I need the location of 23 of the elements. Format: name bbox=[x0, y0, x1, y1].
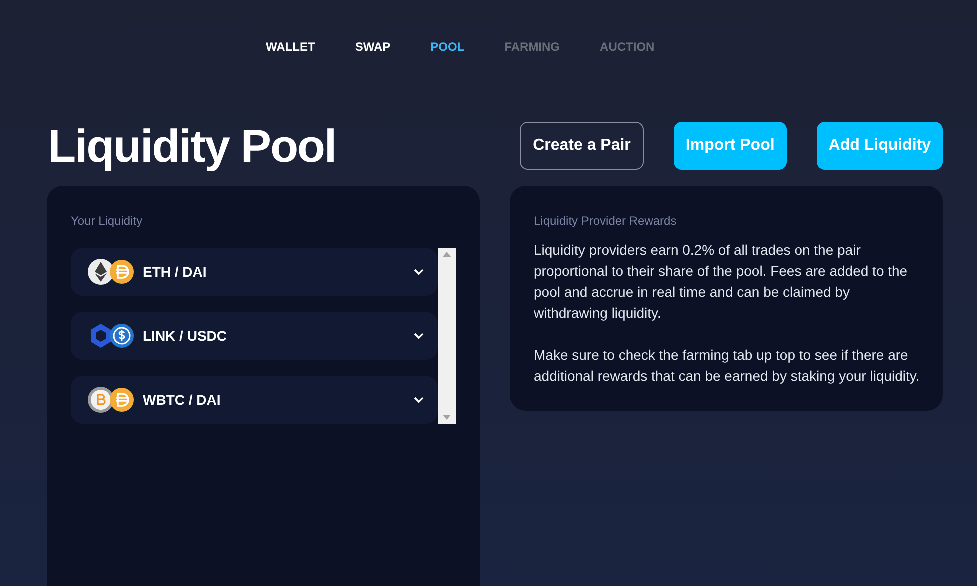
nav-tab[interactable]: SWAP bbox=[355, 38, 391, 54]
dollar-coin-icon bbox=[109, 323, 135, 349]
bitcoin-coin-icon bbox=[87, 386, 115, 414]
panel-heading: Your Liquidity bbox=[71, 213, 144, 230]
nav-tab[interactable]: POOL bbox=[430, 38, 465, 54]
rewards-paragraph: Make sure to check the farming tab up top to see if there are additional rewards that can be earned by staking your liquidity. bbox=[534, 346, 921, 386]
pair-row[interactable]: LINK / USDC bbox=[71, 312, 438, 360]
chevron-icon bbox=[414, 397, 424, 403]
pair-row[interactable]: ETH / DAI bbox=[71, 248, 438, 296]
nav-tab[interactable]: WALLET bbox=[266, 38, 316, 54]
coin-icon bbox=[109, 387, 135, 413]
page-title: Liquidity Pool bbox=[48, 118, 337, 174]
scroll-up-icon[interactable] bbox=[443, 252, 451, 257]
pair-row[interactable]: WBTC / DAI bbox=[71, 376, 438, 424]
ether-coin-icon bbox=[87, 258, 115, 286]
coin-icon bbox=[109, 259, 135, 285]
rewards-paragraph: Liquidity providers earn 0.2% of all trades on the pair proportional to their share of the pool. Fees are added to the pool and accrue in real time and can be claimed by withdrawing liquidity. bbox=[534, 241, 909, 323]
panel-heading: Liquidity Provider Rewards bbox=[534, 213, 678, 230]
action-button[interactable]: Create a Pair bbox=[520, 122, 644, 170]
scroll-down-icon[interactable] bbox=[443, 415, 451, 420]
chevron-icon bbox=[414, 333, 424, 339]
scrollbar[interactable] bbox=[438, 248, 456, 424]
chevron-icon bbox=[414, 269, 424, 275]
